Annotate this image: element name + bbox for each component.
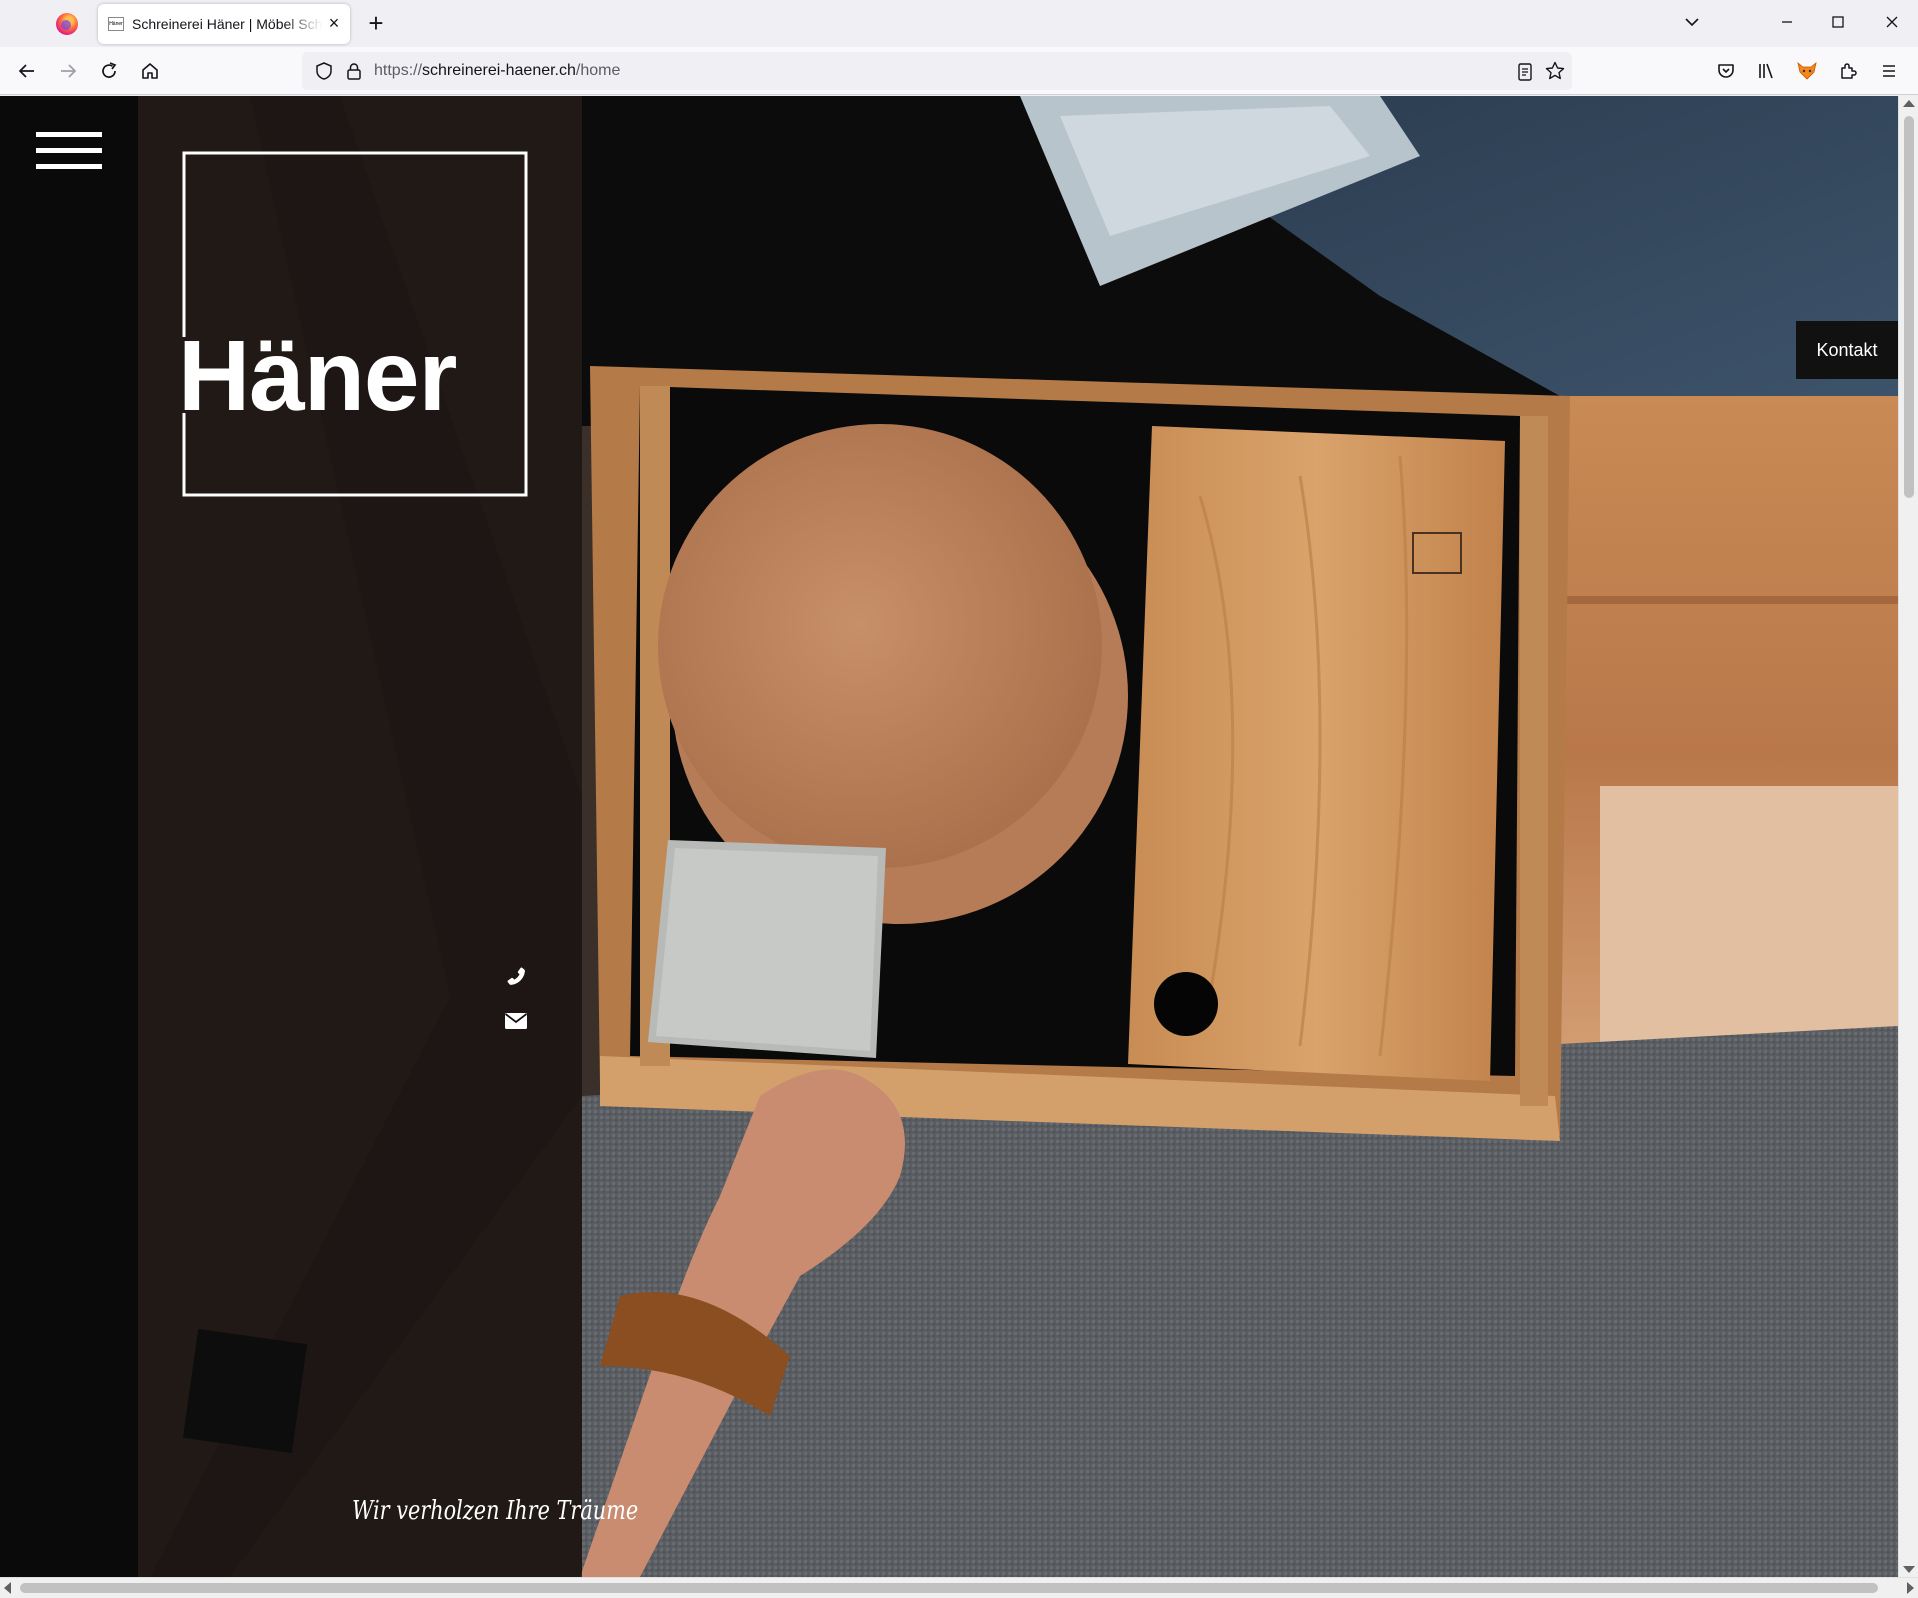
url-path: /home <box>575 62 621 79</box>
page-viewport: Häner Wir verholzen Ihre Träume Kontakt <box>0 96 1898 1577</box>
tab-bar: Häner Schreinerei Häner | Möbel Schreine… <box>0 0 1918 47</box>
reload-icon[interactable] <box>97 59 121 83</box>
forward-icon[interactable] <box>56 59 80 83</box>
kontakt-button[interactable]: Kontakt <box>1796 321 1898 379</box>
new-tab-button[interactable]: + <box>362 8 390 38</box>
navigation-toolbar: https://schreinerei-haener.ch/home <box>0 47 1918 95</box>
phone-icon[interactable] <box>504 964 528 988</box>
url-host: schreinerei-haener.ch <box>422 62 576 79</box>
scroll-up-arrow-icon[interactable] <box>1903 100 1915 107</box>
pocket-icon[interactable] <box>1714 59 1738 83</box>
maximize-icon[interactable] <box>1826 10 1850 34</box>
vertical-scrollbar[interactable] <box>1898 96 1918 1577</box>
scroll-down-arrow-icon[interactable] <box>1903 1566 1915 1573</box>
shield-icon[interactable] <box>314 61 334 81</box>
hamburger-menu-icon[interactable] <box>36 132 102 172</box>
scroll-left-arrow-icon[interactable] <box>4 1582 11 1594</box>
vertical-scroll-thumb[interactable] <box>1904 116 1914 498</box>
url-text[interactable]: https://schreinerei-haener.ch/home <box>374 62 620 80</box>
tab-title: Schreinerei Häner | Möbel Schreinerei <box>132 16 322 32</box>
lock-icon[interactable] <box>344 61 364 81</box>
logo-text[interactable]: Häner <box>178 326 457 426</box>
tagline: Wir verholzen Ihre Träume <box>352 1496 639 1526</box>
tabs-list-icon[interactable] <box>1680 10 1704 34</box>
bookmark-star-icon[interactable] <box>1544 60 1566 82</box>
mail-icon[interactable] <box>504 1011 528 1031</box>
back-icon[interactable] <box>15 59 39 83</box>
left-sidebar-strip <box>0 96 138 1577</box>
fox-extension-icon[interactable] <box>1795 59 1819 83</box>
url-bar[interactable]: https://schreinerei-haener.ch/home <box>302 52 1572 90</box>
home-icon[interactable] <box>138 59 162 83</box>
scroll-right-arrow-icon[interactable] <box>1907 1582 1914 1594</box>
horizontal-scroll-thumb[interactable] <box>20 1583 1878 1593</box>
tab-favicon-icon: Häner <box>108 17 124 31</box>
library-icon[interactable] <box>1754 59 1778 83</box>
firefox-icon[interactable] <box>56 13 78 35</box>
app-menu-icon[interactable] <box>1877 59 1901 83</box>
tab-active[interactable]: Häner Schreinerei Häner | Möbel Schreine… <box>98 4 350 44</box>
url-scheme: https:// <box>374 62 423 79</box>
reader-view-icon[interactable] <box>1514 61 1536 83</box>
minimize-icon[interactable] <box>1775 10 1799 34</box>
horizontal-scrollbar[interactable] <box>0 1577 1918 1598</box>
extensions-icon[interactable] <box>1836 59 1860 83</box>
tab-close-icon[interactable]: × <box>324 13 344 33</box>
close-icon[interactable] <box>1880 10 1904 34</box>
